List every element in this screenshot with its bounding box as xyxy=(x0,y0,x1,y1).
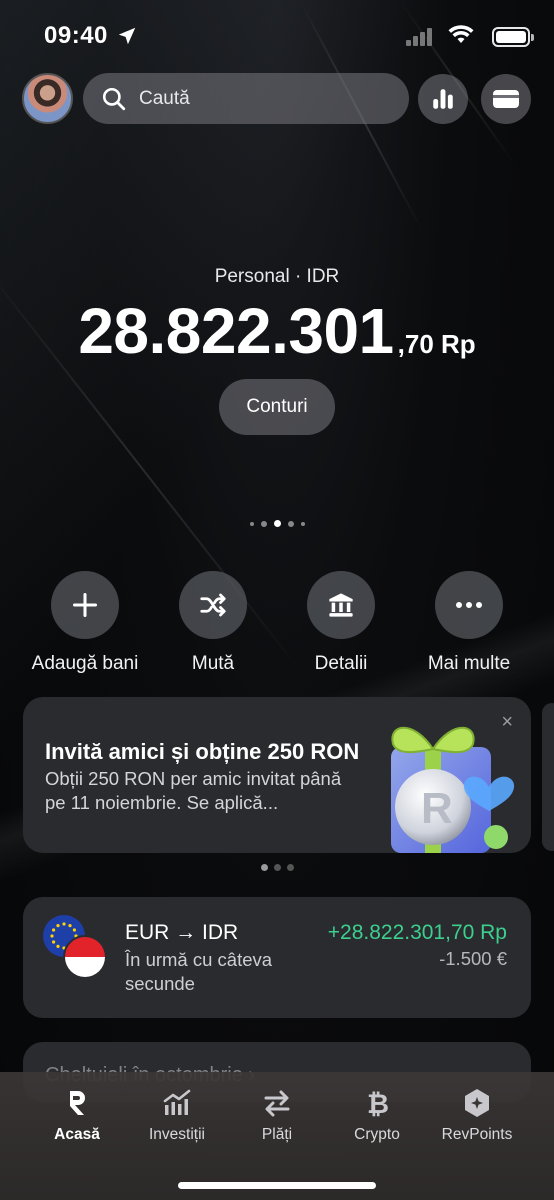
status-time: 09:40 xyxy=(44,22,108,49)
status-bar: 09:40 xyxy=(0,22,554,54)
balance-fraction: ,70 Rp xyxy=(397,329,476,359)
analytics-button[interactable] xyxy=(418,74,468,124)
more-button[interactable]: Mai multe xyxy=(399,571,539,675)
tab-investments[interactable]: Investiții xyxy=(122,1086,232,1144)
invest-chart-icon xyxy=(163,1089,191,1115)
action-label: Adaugă bani xyxy=(31,653,139,674)
more-icon xyxy=(456,602,482,608)
accounts-button[interactable]: Conturi xyxy=(219,379,335,435)
tab-payments[interactable]: Plăți xyxy=(222,1086,332,1144)
balance: 28.822.301,70 Rp xyxy=(0,294,554,368)
transaction-amount: +28.822.301,70 Rp xyxy=(327,921,507,944)
action-label: Mută xyxy=(191,653,235,674)
tab-bar: Acasă Investiții Plăți ₿ Crypto RevPoint… xyxy=(0,1072,554,1200)
transaction-title: EUR → IDR xyxy=(125,921,239,944)
tab-label: Investiții xyxy=(149,1126,205,1143)
svg-text:₿: ₿ xyxy=(367,1089,389,1118)
bar-chart-icon xyxy=(433,89,453,109)
location-arrow-icon xyxy=(118,27,136,45)
account-carousel-dots[interactable] xyxy=(0,520,554,527)
svg-text:R: R xyxy=(421,784,453,833)
bitcoin-icon: ₿ xyxy=(367,1089,389,1118)
top-bar: Caută xyxy=(22,73,532,125)
avatar[interactable] xyxy=(22,73,73,124)
transaction-time: În urmă cu câteva secunde xyxy=(125,949,273,994)
promo-description: Obții 250 RON per amic invitat până pe 1… xyxy=(45,768,342,813)
action-label: Mai multe xyxy=(427,653,511,674)
battery-icon xyxy=(492,27,534,47)
plus-icon xyxy=(72,592,98,618)
tab-label: Acasă xyxy=(54,1126,100,1143)
promo-title: Invită amici și obține 250 RON xyxy=(45,739,360,764)
promo-close-button[interactable]: × xyxy=(501,711,513,734)
transfer-arrows-icon xyxy=(264,1090,290,1117)
search-placeholder: Caută xyxy=(139,87,190,109)
next-promo-card-peek[interactable] xyxy=(542,703,554,851)
tab-label: RevPoints xyxy=(441,1126,513,1143)
gift-illustration: R xyxy=(391,726,515,853)
tab-crypto[interactable]: ₿ Crypto xyxy=(322,1086,432,1144)
search-bar[interactable]: Caută xyxy=(83,73,409,124)
promo-carousel-dots[interactable] xyxy=(0,864,554,871)
wifi-icon xyxy=(448,25,474,43)
tab-home[interactable]: Acasă xyxy=(22,1086,132,1144)
revolut-r-icon xyxy=(68,1091,85,1115)
balance-main: 28.822.301 xyxy=(78,295,394,367)
cards-button[interactable] xyxy=(481,74,531,124)
revpoints-hexagon-icon xyxy=(465,1089,489,1117)
transaction-card[interactable]: EUR → IDR În urmă cu câteva secunde +28.… xyxy=(23,897,531,1018)
account-label: Personal · IDR xyxy=(214,266,340,287)
shuffle-icon xyxy=(200,593,226,617)
cellular-signal-icon xyxy=(406,28,432,46)
indonesia-flag-icon xyxy=(63,935,107,979)
bank-icon xyxy=(329,593,353,617)
details-button[interactable]: Detalii xyxy=(271,571,411,675)
promo-card[interactable]: Invită amici și obține 250 RON Obții 250… xyxy=(23,697,531,853)
card-icon xyxy=(493,90,519,108)
add-money-button[interactable]: Adaugă bani xyxy=(15,571,155,675)
tab-label: Plăți xyxy=(261,1126,293,1143)
action-label: Detalii xyxy=(314,653,368,674)
tab-label: Crypto xyxy=(354,1126,400,1143)
tab-revpoints[interactable]: RevPoints xyxy=(422,1086,532,1144)
transaction-source-amount: -1.500 € xyxy=(439,948,507,969)
move-button[interactable]: Mută xyxy=(143,571,283,675)
search-icon xyxy=(102,87,126,110)
quick-actions: Adaugă bani Mută Detalii Mai multe xyxy=(0,571,554,681)
home-indicator[interactable] xyxy=(178,1182,376,1189)
